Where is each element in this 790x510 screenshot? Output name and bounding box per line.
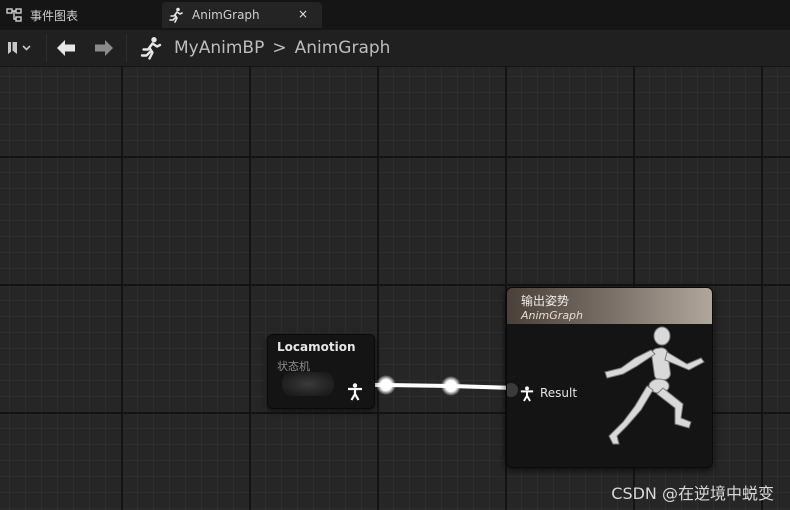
arrow-left-icon: [57, 40, 75, 56]
node-title: 输出姿势: [521, 294, 570, 308]
pose-pin-icon[interactable]: [347, 383, 363, 401]
breadcrumb-blueprint[interactable]: MyAnimBP: [174, 38, 264, 58]
toolbar-divider: [126, 34, 127, 62]
output-pose-node[interactable]: 输出姿势 AnimGraph Result: [506, 287, 713, 468]
tab-bar: 事件图表 AnimGraph ×: [0, 0, 790, 30]
tab-event-graph[interactable]: 事件图表: [0, 2, 150, 28]
node-title: Locamotion: [277, 340, 356, 354]
tab-animgraph[interactable]: AnimGraph ×: [162, 2, 322, 28]
bookmark-dropdown-button[interactable]: [4, 30, 40, 66]
event-graph-icon: [6, 8, 22, 22]
tab-label: 事件图表: [30, 8, 79, 23]
blurred-thumbnail: [282, 372, 334, 396]
running-man-icon: [140, 37, 162, 60]
breadcrumb: MyAnimBP > AnimGraph: [138, 30, 390, 66]
toolbar-divider: [46, 34, 47, 62]
back-button[interactable]: [54, 30, 80, 66]
graph-toolbar: MyAnimBP > AnimGraph: [0, 30, 790, 67]
arrow-right-icon: [95, 40, 113, 56]
close-icon[interactable]: ×: [298, 7, 308, 21]
tab-label: AnimGraph: [192, 8, 260, 22]
result-pin-label: Result: [540, 386, 578, 400]
forward-button[interactable]: [92, 30, 118, 66]
state-machine-node[interactable]: Locamotion 状态机: [267, 334, 375, 409]
breadcrumb-separator: >: [272, 38, 287, 58]
breadcrumb-graph[interactable]: AnimGraph: [295, 38, 391, 58]
running-man-icon: [169, 7, 183, 23]
input-pin[interactable]: [507, 383, 518, 397]
watermark-text: CSDN @在逆境中蜕变: [611, 484, 774, 503]
node-subtitle: AnimGraph: [521, 309, 584, 322]
mannequin-icon: [604, 326, 705, 445]
bookmark-icon: [8, 42, 31, 54]
pose-pin-icon[interactable]: [520, 386, 534, 402]
